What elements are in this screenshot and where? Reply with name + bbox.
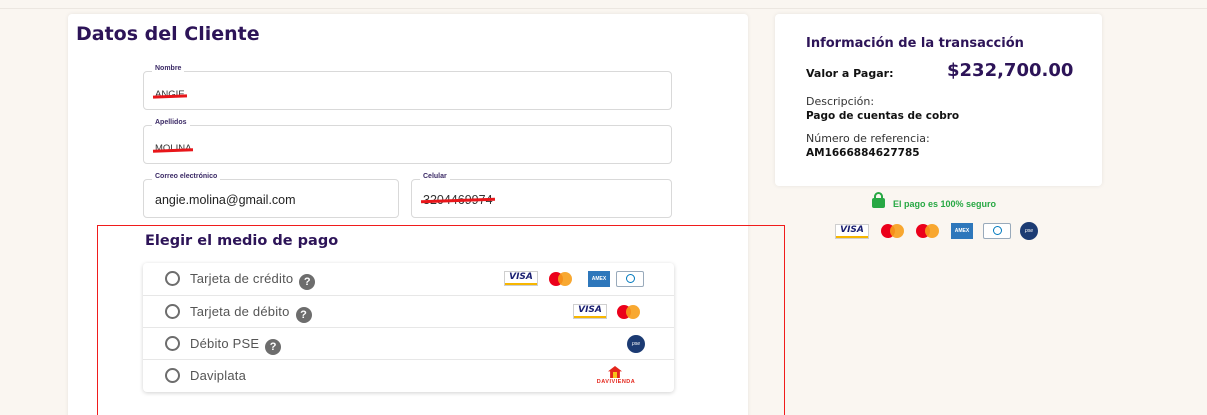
lock-icon — [872, 192, 885, 208]
diners-club-logo — [983, 223, 1011, 239]
amex-logo: AMEX — [588, 271, 610, 287]
visa-logo: VISA — [835, 224, 869, 239]
transaction-title: Información de la transacción — [806, 36, 1024, 51]
apellidos-label: Apellidos — [152, 119, 190, 126]
nombre-value: ANGIE — [155, 85, 185, 100]
payment-option-debito[interactable]: Tarjeta de débito? VISA — [143, 295, 674, 327]
celular-label: Celular — [420, 173, 450, 180]
visa-logo: VISA — [504, 271, 538, 286]
secure-payment-badge: El pago es 100% seguro — [872, 192, 997, 209]
nombre-field[interactable]: Nombre ANGIE — [143, 65, 672, 110]
debito-label: Tarjeta de débito — [190, 304, 290, 319]
credito-label: Tarjeta de crédito — [190, 271, 294, 286]
payment-option-label: Tarjeta de crédito? — [190, 271, 316, 290]
radio-pse[interactable] — [165, 336, 180, 351]
payment-methods-list: Tarjeta de crédito? VISA AMEX Tarjeta de… — [143, 263, 674, 392]
celular-redacted-text: 3204469974 — [423, 193, 493, 207]
house-icon — [608, 366, 622, 378]
payment-option-label: Débito PSE? — [190, 336, 282, 355]
pse-logo: pse — [627, 335, 645, 353]
help-icon[interactable]: ? — [299, 274, 316, 290]
help-icon[interactable]: ? — [265, 339, 282, 355]
apellidos-redacted-text: MOLINA — [155, 143, 192, 154]
payment-option-label: Tarjeta de débito? — [190, 304, 312, 323]
description-value: Pago de cuentas de cobro — [806, 110, 960, 122]
celular-field[interactable]: Celular 3204469974 — [411, 173, 672, 218]
radio-credito[interactable] — [165, 271, 180, 286]
mastercard-logo — [880, 223, 906, 239]
radio-debito[interactable] — [165, 304, 180, 319]
pse-label: Débito PSE — [190, 336, 260, 351]
reference-label: Número de referencia: — [806, 132, 930, 145]
help-icon[interactable]: ? — [295, 307, 312, 323]
amount-value: $232,700.00 — [947, 60, 1074, 81]
amex-logo: AMEX — [951, 223, 973, 239]
radio-daviplata[interactable] — [165, 368, 180, 383]
davivienda-logo: DAVIVIENDA — [583, 366, 649, 388]
nombre-label: Nombre — [152, 65, 185, 72]
diners-club-logo — [616, 271, 644, 287]
client-data-title: Datos del Cliente — [76, 23, 260, 45]
celular-value: 3204469974 — [423, 193, 493, 207]
description-label: Descripción: — [806, 95, 875, 108]
apellidos-value: MOLINA — [155, 139, 192, 154]
mastercard-logo — [548, 271, 574, 287]
visa-logo: VISA — [573, 304, 607, 319]
payment-method-title: Elegir el medio de pago — [145, 233, 339, 249]
amount-label: Valor a Pagar: — [806, 67, 894, 80]
payment-option-daviplata[interactable]: Daviplata DAVIVIENDA — [143, 359, 674, 391]
nombre-redacted-text: ANGIE — [155, 89, 185, 100]
reference-value: AM1666884627785 — [806, 147, 920, 159]
payment-option-pse[interactable]: Débito PSE? pse — [143, 327, 674, 359]
correo-value: angie.molina@gmail.com — [155, 193, 296, 207]
apellidos-field[interactable]: Apellidos MOLINA — [143, 119, 672, 164]
correo-label: Correo electrónico — [152, 173, 221, 180]
correo-field[interactable]: Correo electrónico angie.molina@gmail.co… — [143, 173, 399, 218]
davivienda-text: DAVIVIENDA — [596, 379, 636, 385]
top-divider — [0, 8, 1207, 9]
daviplata-label: Daviplata — [190, 368, 246, 383]
pse-logo: pse — [1020, 222, 1038, 240]
payment-option-credito[interactable]: Tarjeta de crédito? VISA AMEX — [143, 263, 674, 295]
mastercard-debit-logo — [915, 223, 941, 239]
secure-text: El pago es 100% seguro — [893, 199, 997, 209]
mastercard-logo — [616, 304, 642, 320]
